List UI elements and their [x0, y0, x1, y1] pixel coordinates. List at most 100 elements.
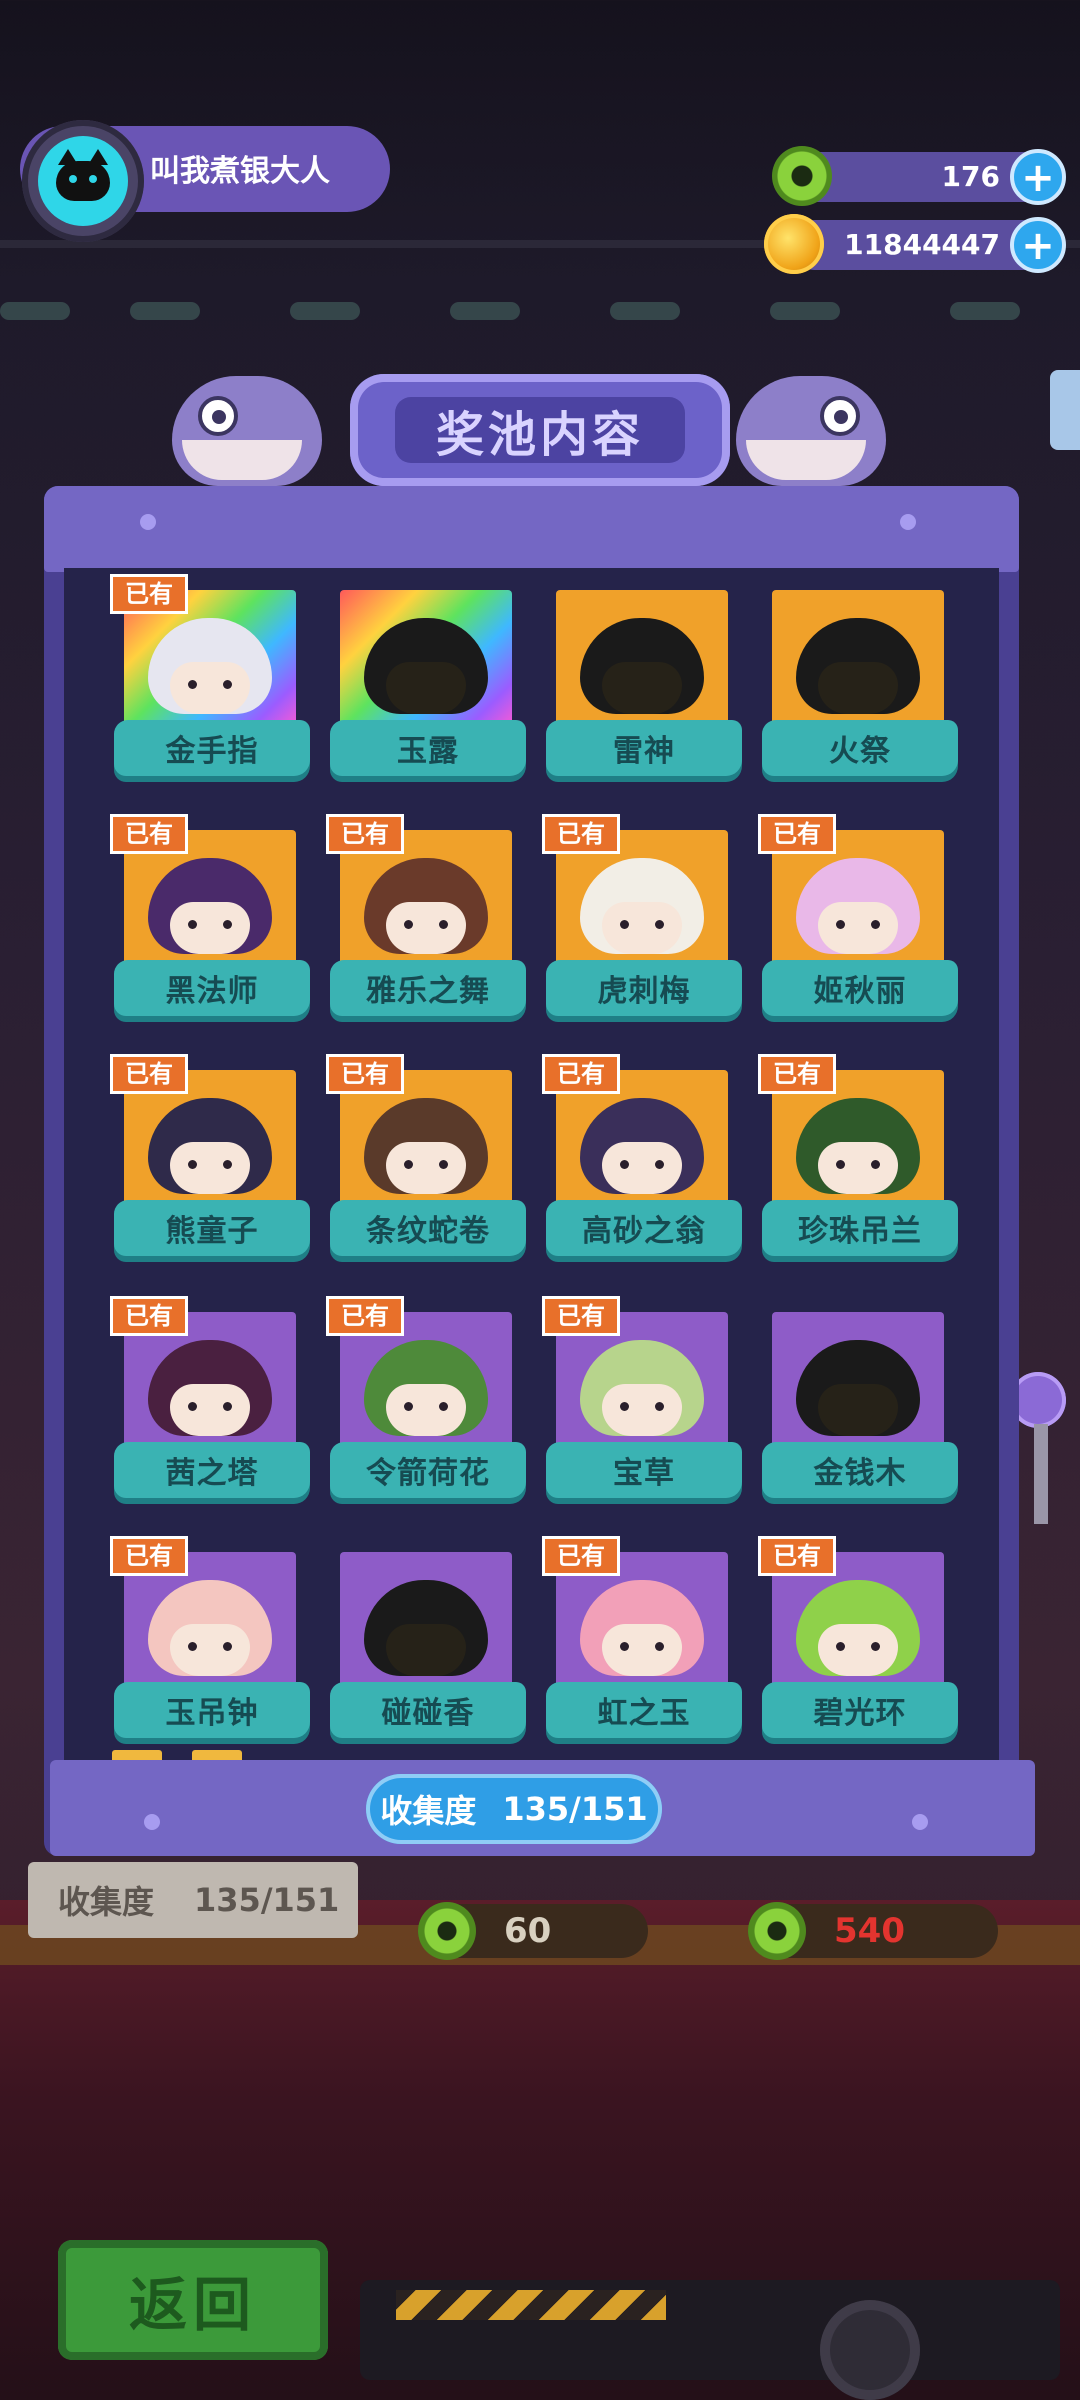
- rivet: [900, 514, 916, 530]
- character-name: 雷神: [613, 734, 675, 769]
- gear-icon: [820, 2300, 920, 2400]
- character-name: 虹之玉: [597, 1696, 691, 1731]
- character-face: [602, 662, 682, 714]
- add-currency-2-button[interactable]: +: [1010, 217, 1066, 273]
- character-face: [602, 1142, 682, 1194]
- character-name: 金手指: [165, 734, 259, 769]
- prize-card[interactable]: 黑法师 已有: [110, 814, 310, 1030]
- prize-card[interactable]: 金手指 已有: [110, 574, 310, 790]
- share-tab[interactable]: [1050, 370, 1080, 450]
- avatar[interactable]: [38, 136, 128, 226]
- owned-badge: 已有: [758, 1054, 836, 1094]
- character-name-plate: 姬秋丽: [762, 960, 958, 1016]
- prize-card[interactable]: 碧光环 已有: [758, 1536, 958, 1752]
- hazard-stripe: [396, 2290, 666, 2320]
- character-face: [170, 902, 250, 954]
- character-name-plate: 金钱木: [762, 1442, 958, 1498]
- character-name-plate: 熊童子: [114, 1200, 310, 1256]
- owned-badge: 已有: [326, 1296, 404, 1336]
- character-name-plate: 雅乐之舞: [330, 960, 526, 1016]
- character-portrait: [340, 1552, 512, 1692]
- character-face: [818, 902, 898, 954]
- prize-card[interactable]: 玉露: [330, 590, 526, 790]
- prize-card[interactable]: 高砂之翁 已有: [542, 1054, 742, 1270]
- owned-badge: 已有: [758, 814, 836, 854]
- back-button-label: 返回: [128, 2271, 257, 2339]
- prize-card[interactable]: 雷神: [546, 590, 742, 790]
- donut-coin-icon: [418, 1902, 476, 1960]
- character-name-plate: 宝草: [546, 1442, 742, 1498]
- prize-card[interactable]: 宝草 已有: [542, 1296, 742, 1512]
- collection-value: 135/151: [502, 1790, 648, 1828]
- character-name-plate: 碧光环: [762, 1682, 958, 1738]
- prize-card[interactable]: 虎刺梅 已有: [542, 814, 742, 1030]
- character-face: [386, 662, 466, 714]
- character-name: 珍珠吊兰: [798, 1214, 922, 1249]
- character-name-plate: 雷神: [546, 720, 742, 776]
- owned-badge: 已有: [326, 1054, 404, 1094]
- owned-badge: 已有: [758, 1536, 836, 1576]
- character-face: [602, 902, 682, 954]
- prize-grid[interactable]: 金手指 已有 玉露 雷神 火祭 黑法师 已有 雅乐之舞 已有 虎刺梅 已有 姬秋丽 已有 熊童子 已有 条纹蛇…: [64, 568, 999, 1768]
- price-value-1: 60: [504, 1911, 552, 1951]
- background-collection-value: 135/151: [194, 1881, 340, 1919]
- fish-decoration-right: [736, 376, 886, 486]
- owned-badge: 已有: [110, 574, 188, 614]
- prize-card[interactable]: 金钱木: [762, 1312, 958, 1512]
- cat-avatar-icon: [56, 149, 110, 201]
- prize-card[interactable]: 茜之塔 已有: [110, 1296, 310, 1512]
- currency-value-1: 176: [941, 160, 1000, 193]
- owned-badge: 已有: [542, 1296, 620, 1336]
- character-name: 碰碰香: [381, 1696, 475, 1731]
- panel-top-bar: [44, 486, 1019, 572]
- character-name: 高砂之翁: [582, 1214, 706, 1249]
- character-name: 玉露: [397, 734, 459, 769]
- character-face: [386, 1624, 466, 1676]
- background-collection-text: 收集度: [58, 1883, 155, 1921]
- prize-card[interactable]: 虹之玉 已有: [542, 1536, 742, 1752]
- prize-card[interactable]: 碰碰香: [330, 1552, 526, 1752]
- character-name-plate: 条纹蛇卷: [330, 1200, 526, 1256]
- owned-badge: 已有: [110, 1296, 188, 1336]
- add-currency-1-button[interactable]: +: [1010, 149, 1066, 205]
- prize-card[interactable]: 熊童子 已有: [110, 1054, 310, 1270]
- rivet: [140, 514, 156, 530]
- character-name: 姬秋丽: [813, 974, 907, 1009]
- prize-card[interactable]: 条纹蛇卷 已有: [326, 1054, 526, 1270]
- character-name: 金钱木: [813, 1456, 907, 1491]
- prize-card[interactable]: 雅乐之舞 已有: [326, 814, 526, 1030]
- owned-badge: 已有: [110, 814, 188, 854]
- price-pill-2: 540: [748, 1902, 998, 1960]
- character-face: [602, 1624, 682, 1676]
- donut-coin-icon: [772, 146, 832, 206]
- price-value-2: 540: [834, 1911, 905, 1951]
- background-collection-label: 收集度 135/151: [28, 1862, 358, 1938]
- prize-card[interactable]: 令箭荷花 已有: [326, 1296, 526, 1512]
- owned-badge: 已有: [542, 1054, 620, 1094]
- prize-card[interactable]: 姬秋丽 已有: [758, 814, 958, 1030]
- character-name-plate: 高砂之翁: [546, 1200, 742, 1256]
- character-name-plate: 虹之玉: [546, 1682, 742, 1738]
- owned-badge: 已有: [542, 1536, 620, 1576]
- planet-coin-icon: [764, 214, 824, 274]
- character-name: 条纹蛇卷: [366, 1214, 490, 1249]
- back-button[interactable]: 返回: [58, 2240, 328, 2360]
- prize-card[interactable]: 珍珠吊兰 已有: [758, 1054, 958, 1270]
- character-face: [818, 1384, 898, 1436]
- rivet: [144, 1814, 160, 1830]
- owned-badge: 已有: [110, 1054, 188, 1094]
- character-face: [170, 1624, 250, 1676]
- character-name-plate: 虎刺梅: [546, 960, 742, 1016]
- character-face: [818, 662, 898, 714]
- machine-lever: [1034, 1424, 1048, 1524]
- prize-card[interactable]: 火祭: [762, 590, 958, 790]
- character-name: 熊童子: [165, 1214, 259, 1249]
- panel-title: 奖池内容: [435, 407, 644, 463]
- character-face: [386, 902, 466, 954]
- character-face: [170, 1142, 250, 1194]
- character-face: [602, 1384, 682, 1436]
- prize-card[interactable]: 玉吊钟 已有: [110, 1536, 310, 1752]
- character-face: [386, 1142, 466, 1194]
- character-name-plate: 玉吊钟: [114, 1682, 310, 1738]
- character-name: 火祭: [829, 734, 891, 769]
